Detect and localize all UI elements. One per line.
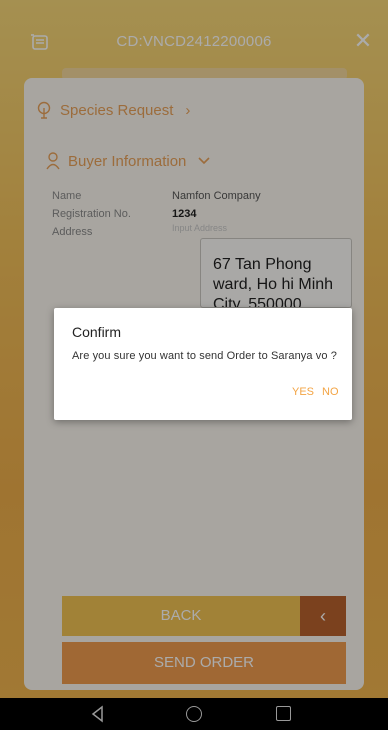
screen: CD:VNCD2412200006 ✕ Species Request › Bu… bbox=[0, 0, 388, 698]
dialog-message: Are you sure you want to send Order to S… bbox=[72, 350, 337, 362]
nav-recent-apps-icon[interactable] bbox=[276, 706, 291, 721]
nav-back-icon[interactable] bbox=[90, 705, 106, 723]
dialog-title: Confirm bbox=[72, 324, 122, 340]
nav-home-icon[interactable] bbox=[186, 706, 202, 722]
system-nav-bar bbox=[0, 698, 388, 730]
confirm-dialog: Confirm Are you sure you want to send Or… bbox=[54, 308, 352, 420]
yes-button[interactable]: YES bbox=[292, 386, 314, 398]
no-button[interactable]: NO bbox=[322, 386, 339, 398]
